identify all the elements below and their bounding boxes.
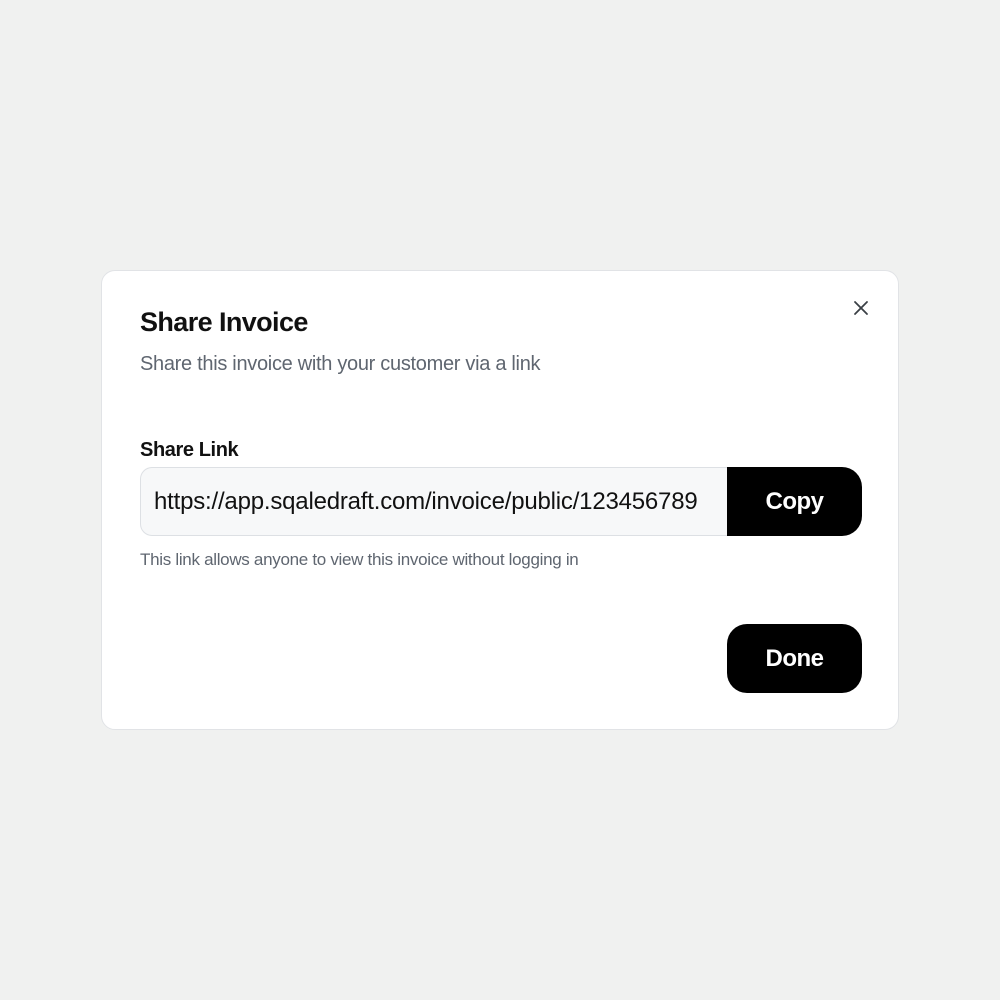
share-link-helper-text: This link allows anyone to view this inv… [140, 550, 579, 569]
share-invoice-dialog: Share Invoice Share this invoice with yo… [101, 270, 899, 730]
close-button[interactable] [850, 297, 872, 319]
copy-button[interactable]: Copy [727, 467, 862, 536]
dialog-title: Share Invoice [140, 307, 308, 337]
done-button[interactable]: Done [727, 624, 862, 693]
share-link-label: Share Link [140, 439, 239, 461]
close-icon [854, 301, 868, 315]
dialog-subtitle: Share this invoice with your customer vi… [140, 353, 541, 375]
share-link-input[interactable] [140, 467, 730, 536]
